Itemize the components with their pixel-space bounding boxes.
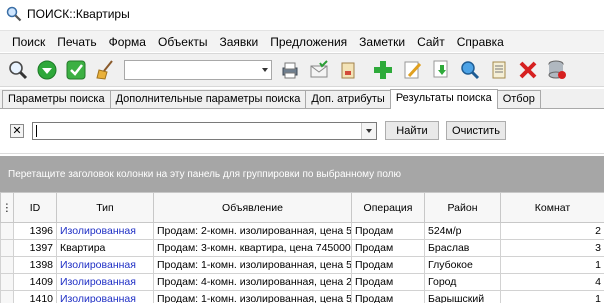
column-chooser-icon[interactable]: ⋮	[0, 192, 14, 223]
toolbar-combo[interactable]	[124, 60, 272, 80]
database-delete-icon[interactable]	[543, 56, 571, 84]
menu-offers[interactable]: Предложения	[264, 33, 353, 51]
cell-operation: Продам	[351, 239, 425, 257]
results-table: ⋮ ID Тип Объявление Операция Район Комна…	[0, 192, 604, 303]
cell-type[interactable]: Изолированная	[56, 290, 154, 303]
row-indicator[interactable]	[0, 273, 14, 291]
column-header-operation[interactable]: Операция	[351, 192, 425, 223]
cell-type: Квартира	[56, 239, 154, 257]
document-list-icon[interactable]	[485, 56, 513, 84]
stamp-icon[interactable]	[334, 56, 362, 84]
text-caret	[36, 125, 37, 137]
table-row[interactable]: 1410 Изолированная Продам: 1-комн. изоли…	[0, 290, 604, 303]
cell-rooms: 2	[500, 222, 604, 240]
cell-district: Барышский	[424, 290, 501, 303]
cell-type[interactable]: Изолированная	[56, 256, 154, 274]
chevron-down-icon[interactable]	[361, 123, 376, 139]
search-globe-icon[interactable]	[456, 56, 484, 84]
column-header-district[interactable]: Район	[424, 192, 501, 223]
cell-rooms: 1	[500, 290, 604, 303]
row-indicator[interactable]	[0, 256, 14, 274]
toolbar	[0, 53, 604, 87]
table-row[interactable]: 1396 Изолированная Продам: 2-комн. изоли…	[0, 222, 604, 240]
search-app-icon	[6, 6, 22, 22]
green-down-arrow-icon[interactable]	[33, 56, 61, 84]
chevron-down-icon	[262, 68, 268, 72]
cell-operation: Продам	[351, 290, 425, 303]
column-header-id[interactable]: ID	[13, 192, 57, 223]
cell-type[interactable]: Изолированная	[56, 222, 154, 240]
menu-notes[interactable]: Заметки	[353, 33, 411, 51]
cell-operation: Продам	[351, 222, 425, 240]
menu-requests[interactable]: Заявки	[213, 33, 264, 51]
cell-type[interactable]: Изолированная	[56, 273, 154, 291]
cell-district: Город	[424, 273, 501, 291]
cell-id: 1396	[13, 222, 57, 240]
green-check-icon[interactable]	[62, 56, 90, 84]
download-document-icon[interactable]	[427, 56, 455, 84]
cell-id: 1410	[13, 290, 57, 303]
cell-ad: Продам: 2-комн. изолированная, цена 5600	[153, 222, 352, 240]
menu-print[interactable]: Печать	[51, 33, 102, 51]
cell-district: 524м/р	[424, 222, 501, 240]
row-indicator[interactable]	[0, 222, 14, 240]
table-row[interactable]: 1398 Изолированная Продам: 1-комн. изоли…	[0, 256, 604, 274]
delete-x-icon[interactable]	[514, 56, 542, 84]
tab-selection[interactable]: Отбор	[496, 90, 541, 108]
cell-rooms: 3	[500, 239, 604, 257]
table-row[interactable]: 1397 Квартира Продам: 3-комн. квартира, …	[0, 239, 604, 257]
tab-extra-search-params[interactable]: Дополнительные параметры поиска	[109, 90, 307, 108]
add-plus-icon[interactable]	[369, 56, 397, 84]
title-bar: ПОИСК::Квартиры	[0, 0, 604, 28]
column-header-rooms[interactable]: Комнат	[500, 192, 604, 223]
close-icon[interactable]: ✕	[10, 124, 24, 138]
column-header-ad[interactable]: Объявление	[153, 192, 352, 223]
tab-search-results[interactable]: Результаты поиска	[389, 89, 498, 109]
cell-ad: Продам: 3-комн. квартира, цена 745000, п…	[153, 239, 352, 257]
row-indicator[interactable]	[0, 239, 14, 257]
search-input[interactable]	[32, 122, 377, 140]
cell-id: 1398	[13, 256, 57, 274]
column-header-type[interactable]: Тип	[56, 192, 154, 223]
cell-rooms: 1	[500, 256, 604, 274]
edit-document-icon[interactable]	[398, 56, 426, 84]
broom-icon[interactable]	[91, 56, 119, 84]
tab-search-params[interactable]: Параметры поиска	[2, 90, 111, 108]
group-by-panel[interactable]: Перетащите заголовок колонки на эту пане…	[0, 156, 604, 192]
envelope-check-icon[interactable]	[305, 56, 333, 84]
table-header: ⋮ ID Тип Объявление Операция Район Комна…	[0, 192, 604, 223]
cell-ad: Продам: 1-комн. изолированная, цена 5000	[153, 290, 352, 303]
cell-rooms: 4	[500, 273, 604, 291]
tab-strip: Параметры поиска Дополнительные параметр…	[0, 89, 604, 109]
cell-ad: Продам: 4-комн. изолированная, цена 2500	[153, 273, 352, 291]
cell-district: Браслав	[424, 239, 501, 257]
find-button[interactable]: Найти	[385, 121, 439, 140]
menu-site[interactable]: Сайт	[411, 33, 451, 51]
cell-operation: Продам	[351, 273, 425, 291]
cell-district: Глубокое	[424, 256, 501, 274]
magnifier-icon[interactable]	[4, 56, 32, 84]
cell-id: 1409	[13, 273, 57, 291]
menu-search[interactable]: Поиск	[6, 33, 51, 51]
menu-help[interactable]: Справка	[451, 33, 510, 51]
clear-button[interactable]: Очистить	[446, 121, 506, 140]
cell-operation: Продам	[351, 256, 425, 274]
printer-icon[interactable]	[276, 56, 304, 84]
row-indicator[interactable]	[0, 290, 14, 303]
window-title: ПОИСК::Квартиры	[27, 7, 130, 21]
cell-id: 1397	[13, 239, 57, 257]
menu-bar: Поиск Печать Форма Объекты Заявки Предло…	[0, 30, 604, 52]
group-hint-text: Перетащите заголовок колонки на эту пане…	[8, 169, 402, 180]
menu-objects[interactable]: Объекты	[152, 33, 214, 51]
table-row[interactable]: 1409 Изолированная Продам: 4-комн. изоли…	[0, 273, 604, 291]
cell-ad: Продам: 1-комн. изолированная, цена 5840	[153, 256, 352, 274]
menu-form[interactable]: Форма	[103, 33, 152, 51]
tab-extra-attributes[interactable]: Доп. атрибуты	[305, 90, 391, 108]
